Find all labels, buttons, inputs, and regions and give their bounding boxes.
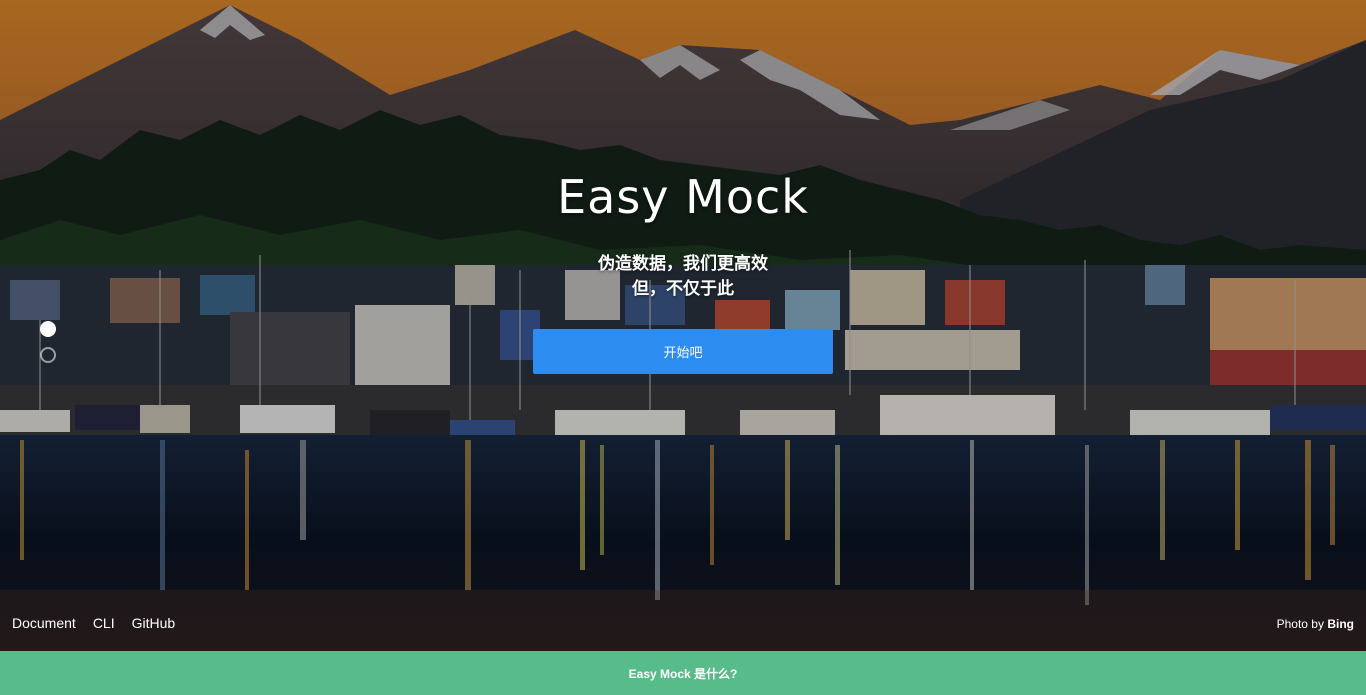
photo-by-label: Photo by xyxy=(1276,617,1324,631)
tagline-line-2: 但，不仅于此 xyxy=(632,279,734,298)
slider-dot-1[interactable] xyxy=(40,321,56,337)
footer-links: Document CLI GitHub xyxy=(12,615,175,631)
tagline: 伪造数据，我们更高效 但，不仅于此 xyxy=(0,251,1366,301)
github-link[interactable]: GitHub xyxy=(132,615,176,631)
slider-dots xyxy=(40,321,56,373)
photo-source-link[interactable]: Bing xyxy=(1327,617,1354,631)
slider-dot-2[interactable] xyxy=(40,347,56,363)
background-photo xyxy=(0,0,1366,651)
app-title: Easy Mock xyxy=(557,170,809,224)
get-started-button[interactable]: 开始吧 xyxy=(533,329,833,374)
document-link[interactable]: Document xyxy=(12,615,76,631)
tagline-line-1: 伪造数据，我们更高效 xyxy=(598,254,768,273)
photo-credit: Photo by Bing xyxy=(1277,617,1354,631)
what-is-easy-mock-bar[interactable]: Easy Mock 是什么? xyxy=(0,651,1366,695)
hero-section: Easy Mock 伪造数据，我们更高效 但，不仅于此 开始吧 Document… xyxy=(0,0,1366,651)
cli-link[interactable]: CLI xyxy=(93,615,115,631)
landing-page: Easy Mock 伪造数据，我们更高效 但，不仅于此 开始吧 Document… xyxy=(0,0,1366,695)
